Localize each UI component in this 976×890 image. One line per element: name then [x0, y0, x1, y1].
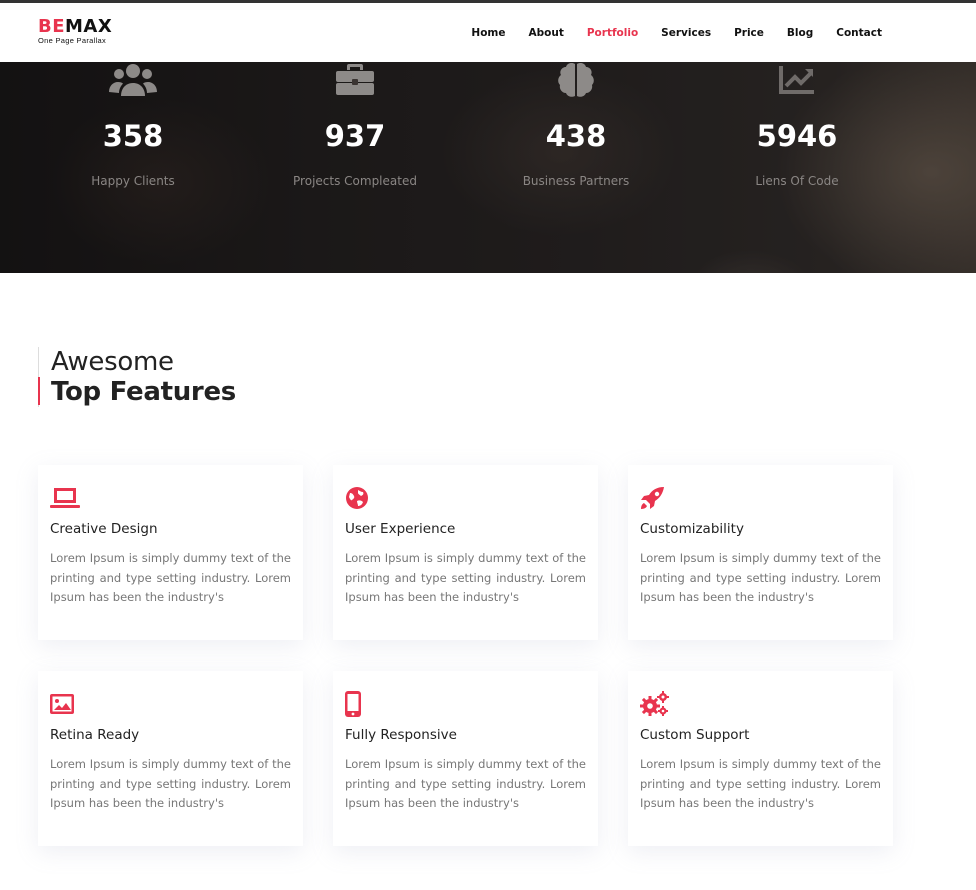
stat-label: Liens Of Code [755, 174, 839, 188]
mobile-icon [345, 691, 586, 717]
image-icon [50, 691, 291, 717]
globe-icon [345, 485, 586, 511]
feature-text: Lorem Ipsum is simply dummy text of the … [640, 551, 881, 604]
stat-value: 438 [545, 119, 607, 153]
section-heading: Awesome Top Features [38, 347, 236, 407]
main-nav: Home About Portfolio Services Price Blog… [448, 27, 882, 39]
stat-label: Projects Compleated [293, 174, 417, 188]
users-icon [33, 62, 233, 98]
feature-text: Lorem Ipsum is simply dummy text of the … [345, 551, 586, 604]
stats-section: 358 Happy Clients 937 Projects Compleate… [0, 62, 976, 273]
feature-card: Custom Support Lorem Ipsum is simply dum… [628, 671, 893, 846]
rocket-icon [640, 485, 881, 511]
feature-text: Lorem Ipsum is simply dummy text of the … [50, 551, 291, 604]
briefcase-icon [255, 62, 455, 98]
cogs-icon [640, 691, 881, 717]
feature-text: Lorem Ipsum is simply dummy text of the … [50, 757, 291, 810]
laptop-icon [50, 485, 291, 511]
stat-happy-clients: 358 Happy Clients [33, 62, 233, 188]
stat-lines-of-code: 5946 Liens Of Code [697, 62, 897, 188]
logo-rest: MAX [65, 16, 113, 37]
stat-value: 5946 [756, 119, 838, 153]
heading-bold: Top Features [51, 377, 236, 407]
heading-light: Awesome [51, 347, 174, 377]
feature-title: Fully Responsive [345, 727, 457, 743]
nav-services[interactable]: Services [661, 27, 711, 39]
stat-label: Business Partners [522, 174, 630, 188]
stat-value: 937 [324, 119, 386, 153]
navbar: BEMAX One Page Parallax Home About Portf… [0, 3, 976, 62]
nav-contact[interactable]: Contact [836, 27, 882, 39]
feature-text: Lorem Ipsum is simply dummy text of the … [640, 757, 881, 810]
feature-title: Creative Design [50, 521, 158, 537]
feature-card: Creative Design Lorem Ipsum is simply du… [38, 465, 303, 640]
stat-business-partners: 438 Business Partners [476, 62, 676, 188]
logo-tagline: One Page Parallax [38, 36, 107, 45]
stat-value: 358 [102, 119, 164, 153]
nav-price[interactable]: Price [734, 27, 764, 39]
nav-home[interactable]: Home [471, 27, 505, 39]
feature-title: Customizability [640, 521, 744, 537]
feature-card: Fully Responsive Lorem Ipsum is simply d… [333, 671, 598, 846]
nav-blog[interactable]: Blog [787, 27, 813, 39]
brain-icon [476, 62, 676, 98]
nav-about[interactable]: About [529, 27, 564, 39]
feature-card: Retina Ready Lorem Ipsum is simply dummy… [38, 671, 303, 846]
logo-accent: BE [38, 16, 66, 37]
logo-wordmark: BEMAX [38, 18, 112, 36]
feature-title: Retina Ready [50, 727, 140, 743]
logo[interactable]: BEMAX One Page Parallax [38, 18, 112, 46]
feature-card: User Experience Lorem Ipsum is simply du… [333, 465, 598, 640]
nav-portfolio[interactable]: Portfolio [587, 27, 638, 39]
feature-title: Custom Support [640, 727, 750, 743]
stat-projects: 937 Projects Compleated [255, 62, 455, 188]
feature-text: Lorem Ipsum is simply dummy text of the … [345, 757, 586, 810]
chart-line-icon [697, 62, 897, 98]
feature-title: User Experience [345, 521, 456, 537]
stat-label: Happy Clients [91, 174, 175, 188]
feature-card: Customizability Lorem Ipsum is simply du… [628, 465, 893, 640]
